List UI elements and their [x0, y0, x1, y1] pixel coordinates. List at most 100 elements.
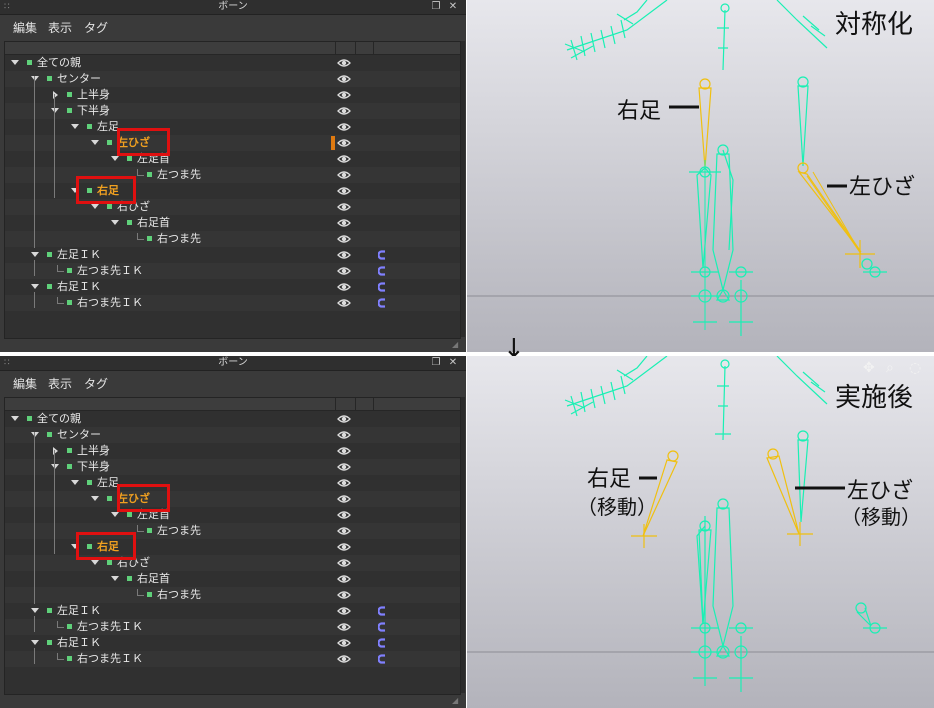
expand-arrow-icon[interactable]: [71, 480, 79, 485]
eye-icon[interactable]: [337, 653, 351, 665]
expand-arrow-icon[interactable]: [31, 640, 39, 645]
tree-row[interactable]: 右つま先ＩＫ: [5, 295, 460, 311]
tree-row[interactable]: 上半身: [5, 87, 460, 103]
tree-row[interactable]: 左つま先ＩＫ: [5, 263, 460, 279]
eye-icon[interactable]: [337, 621, 351, 633]
eye-icon[interactable]: [337, 589, 351, 601]
expand-arrow-icon[interactable]: [91, 140, 99, 145]
expand-arrow-icon[interactable]: [11, 60, 19, 65]
tree-row[interactable]: 右足: [5, 183, 460, 199]
expand-arrow-icon[interactable]: [71, 124, 79, 129]
eye-icon[interactable]: [337, 605, 351, 617]
eye-icon[interactable]: [337, 477, 351, 489]
expand-arrow-icon[interactable]: [31, 76, 39, 81]
tree-row[interactable]: 右つま先: [5, 231, 460, 247]
ik-magnet-icon[interactable]: [378, 638, 386, 648]
close-icon[interactable]: ✕: [447, 1, 459, 13]
eye-icon[interactable]: [337, 73, 351, 85]
tree-row[interactable]: 右つま先ＩＫ: [5, 651, 460, 667]
expand-arrow-icon[interactable]: [111, 220, 119, 225]
eye-icon[interactable]: [337, 201, 351, 213]
resize-grip-icon[interactable]: ◢: [452, 340, 462, 350]
viewport-top[interactable]: 右足 左ひざ 対称化: [467, 0, 934, 352]
eye-icon[interactable]: [337, 557, 351, 569]
eye-icon[interactable]: [337, 265, 351, 277]
menu-tag[interactable]: タグ: [84, 21, 108, 35]
tree-row[interactable]: 下半身: [5, 103, 460, 119]
close-icon[interactable]: ✕: [447, 357, 459, 369]
menu-edit[interactable]: 編集: [13, 377, 37, 391]
titlebar[interactable]: ∷ ボーン ❐ ✕: [0, 356, 466, 371]
eye-icon[interactable]: [337, 573, 351, 585]
eye-icon[interactable]: [337, 169, 351, 181]
tree-row[interactable]: 右足首: [5, 571, 460, 587]
tree-row[interactable]: 左足: [5, 119, 460, 135]
tree-row[interactable]: 左足: [5, 475, 460, 491]
eye-icon[interactable]: [337, 89, 351, 101]
ik-magnet-icon[interactable]: [378, 622, 386, 632]
tree-row[interactable]: 全ての親: [5, 55, 460, 71]
viewport-bottom[interactable]: ✥ ⌕ ◌ 右足 （移動） 左ひざ （移動） 実施後: [467, 356, 934, 708]
eye-icon[interactable]: [337, 281, 351, 293]
eye-icon[interactable]: [337, 249, 351, 261]
expand-arrow-icon[interactable]: [31, 432, 39, 437]
titlebar[interactable]: ∷ ボーン ❐ ✕: [0, 0, 466, 15]
eye-icon[interactable]: [337, 637, 351, 649]
expand-arrow-icon[interactable]: [11, 416, 19, 421]
tree-row[interactable]: 左つま先ＩＫ: [5, 619, 460, 635]
tree-row[interactable]: 右足首: [5, 215, 460, 231]
menu-view[interactable]: 表示: [48, 21, 72, 35]
eye-icon[interactable]: [337, 297, 351, 309]
eye-icon[interactable]: [337, 429, 351, 441]
eye-icon[interactable]: [337, 233, 351, 245]
tree-row[interactable]: 右ひざ: [5, 555, 460, 571]
tree-row[interactable]: 右足ＩＫ: [5, 635, 460, 651]
eye-icon[interactable]: [337, 57, 351, 69]
ik-magnet-icon[interactable]: [378, 298, 386, 308]
expand-arrow-icon[interactable]: [31, 608, 39, 613]
tree-row[interactable]: 左ひざ: [5, 135, 460, 151]
eye-icon[interactable]: [337, 217, 351, 229]
tree-row[interactable]: 右足ＩＫ: [5, 279, 460, 295]
resize-grip-icon[interactable]: ◢: [452, 696, 462, 706]
eye-icon[interactable]: [337, 445, 351, 457]
ik-magnet-icon[interactable]: [378, 266, 386, 276]
tree-row[interactable]: 上半身: [5, 443, 460, 459]
restore-icon[interactable]: ❐: [430, 357, 442, 369]
eye-icon[interactable]: [337, 493, 351, 505]
tree-row[interactable]: センター: [5, 71, 460, 87]
expand-arrow-icon[interactable]: [91, 560, 99, 565]
eye-icon[interactable]: [337, 105, 351, 117]
tree-row[interactable]: 左つま先: [5, 523, 460, 539]
ik-magnet-icon[interactable]: [378, 282, 386, 292]
eye-icon[interactable]: [337, 137, 351, 149]
tree-row[interactable]: 左つま先: [5, 167, 460, 183]
expand-arrow-icon[interactable]: [111, 512, 119, 517]
eye-icon[interactable]: [337, 153, 351, 165]
eye-icon[interactable]: [337, 509, 351, 521]
eye-icon[interactable]: [337, 121, 351, 133]
expand-arrow-icon[interactable]: [91, 496, 99, 501]
bone-tree[interactable]: 全ての親 センター 上半身 下半身 左足 左ひざ 左足首 左つま先 右足 右ひざ 右足首 右つま先 左足…: [4, 397, 461, 695]
expand-arrow-icon[interactable]: [91, 204, 99, 209]
menu-view[interactable]: 表示: [48, 377, 72, 391]
tree-row[interactable]: 左足首: [5, 151, 460, 167]
bone-tree[interactable]: 全ての親 センター 上半身 下半身 左足 左ひざ 左足首 左つま先 右足 右ひざ 右足首 右つま先 左足…: [4, 41, 461, 339]
eye-icon[interactable]: [337, 413, 351, 425]
expand-arrow-icon[interactable]: [51, 464, 59, 469]
tree-row[interactable]: センター: [5, 427, 460, 443]
expand-arrow-icon[interactable]: [31, 252, 39, 257]
tree-row[interactable]: 左足ＩＫ: [5, 603, 460, 619]
expand-arrow-icon[interactable]: [111, 576, 119, 581]
menu-edit[interactable]: 編集: [13, 21, 37, 35]
tree-row[interactable]: 右つま先: [5, 587, 460, 603]
eye-icon[interactable]: [337, 541, 351, 553]
eye-icon[interactable]: [337, 525, 351, 537]
zoom-icon[interactable]: ⌕: [886, 360, 894, 376]
tree-row[interactable]: 全ての親: [5, 411, 460, 427]
tree-row[interactable]: 下半身: [5, 459, 460, 475]
eye-icon[interactable]: [337, 461, 351, 473]
ik-magnet-icon[interactable]: [378, 250, 386, 260]
tree-row[interactable]: 左ひざ: [5, 491, 460, 507]
tree-row[interactable]: 左足ＩＫ: [5, 247, 460, 263]
